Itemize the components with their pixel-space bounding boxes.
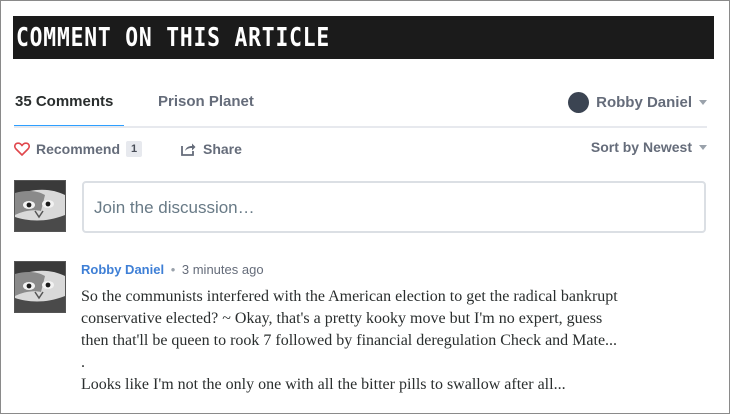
recommend-button[interactable]: Recommend 1 xyxy=(14,141,143,157)
meta-separator: • xyxy=(170,262,176,277)
user-avatar-icon xyxy=(15,181,65,231)
chevron-down-icon xyxy=(699,144,707,150)
comment-widget: COMMENT ON THIS ARTICLE 35 Comments Pris… xyxy=(0,0,730,414)
comment-post: Robby Daniel • 3 minutes ago So the comm… xyxy=(81,262,711,396)
share-label: Share xyxy=(203,141,242,157)
comment-line: conservative elected? ~ Okay, that's a p… xyxy=(81,310,603,327)
avatar[interactable] xyxy=(14,180,66,232)
user-menu[interactable]: Robby Daniel xyxy=(568,91,707,113)
comments-nav: 35 Comments Prison Planet Robby Daniel xyxy=(14,85,707,129)
tab-comments[interactable]: 35 Comments xyxy=(15,93,113,110)
recommend-label: Recommend xyxy=(36,141,121,157)
comment-input-placeholder: Join the discussion… xyxy=(94,198,255,217)
heart-icon xyxy=(14,142,30,156)
recommend-count: 1 xyxy=(126,141,143,157)
sort-dropdown[interactable]: Sort by Newest xyxy=(591,139,707,155)
tab-community[interactable]: Prison Planet xyxy=(158,93,254,110)
comment-line: then that'll be queen to rook 7 followed… xyxy=(81,332,618,349)
comment-compose-box[interactable]: Join the discussion… xyxy=(82,181,706,233)
comment-author-link[interactable]: Robby Daniel xyxy=(81,262,164,277)
share-button[interactable]: Share xyxy=(180,141,242,157)
user-menu-name: Robby Daniel xyxy=(596,93,692,111)
sort-label: Sort by Newest xyxy=(590,139,692,155)
comment-line: . xyxy=(81,354,85,371)
comment-line: Looks like I'm not the only one with all… xyxy=(81,376,566,393)
comment-timestamp[interactable]: 3 minutes ago xyxy=(182,262,264,277)
share-icon xyxy=(181,143,196,156)
comment-line: So the communists interfered with the Am… xyxy=(81,288,618,305)
banner-title: COMMENT ON THIS ARTICLE xyxy=(16,23,331,53)
user-avatar-icon xyxy=(15,262,65,312)
comment-meta: Robby Daniel • 3 minutes ago xyxy=(81,262,711,280)
comment-body: So the communists interfered with the Am… xyxy=(81,286,711,396)
thread-actions: Recommend 1 Share Sort by Newest xyxy=(14,139,707,163)
avatar[interactable] xyxy=(14,261,66,313)
user-avatar-icon xyxy=(568,91,590,113)
chevron-down-icon xyxy=(699,99,707,105)
comment-banner: COMMENT ON THIS ARTICLE xyxy=(13,16,714,59)
nav-divider xyxy=(14,126,707,128)
